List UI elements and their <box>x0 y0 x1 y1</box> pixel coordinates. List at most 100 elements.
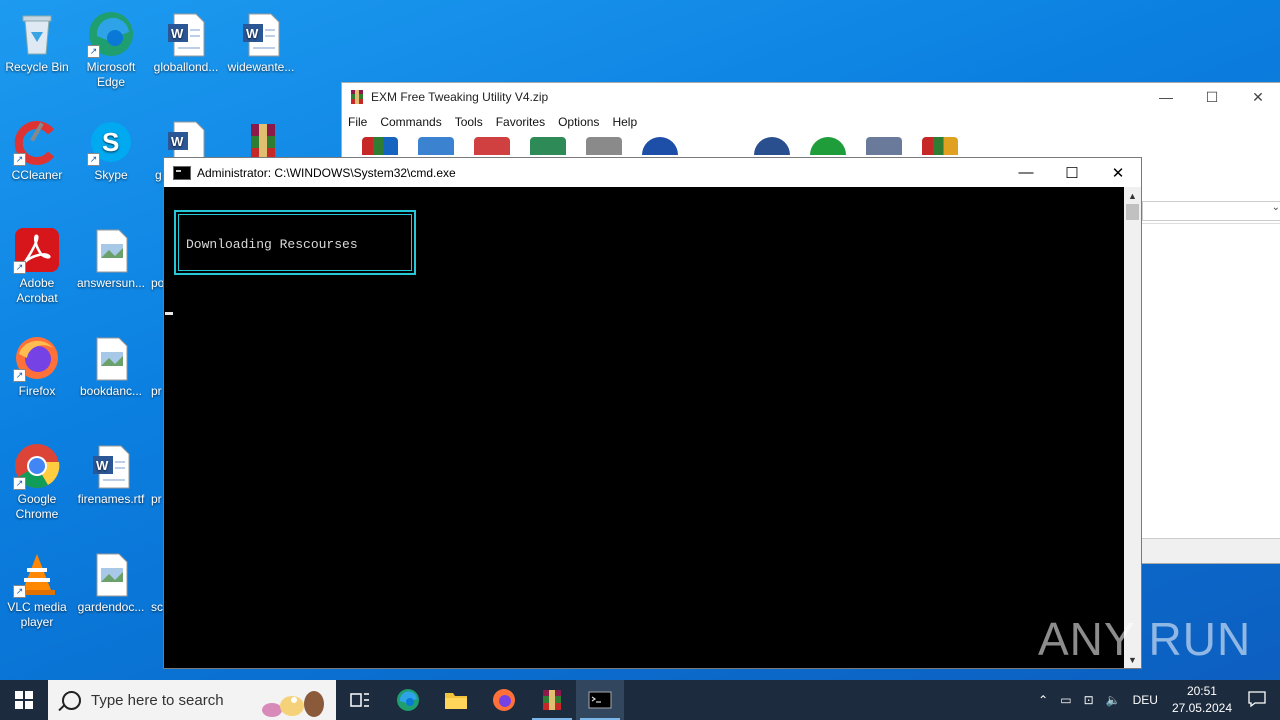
language-indicator[interactable]: DEU <box>1133 693 1158 707</box>
word-document-icon: W <box>162 10 210 58</box>
edge-icon: ↗ <box>87 10 135 58</box>
cmd-titlebar[interactable]: Administrator: C:\WINDOWS\System32\cmd.e… <box>164 158 1141 187</box>
network-icon[interactable]: ⊡ <box>1084 693 1094 707</box>
clock-time: 20:51 <box>1186 684 1217 698</box>
address-dropdown[interactable]: ⌄ <box>1142 201 1280 221</box>
system-tray: ⌃ ▭ ⊡ 🔈 DEU 20:51 27.05.2024 <box>1032 680 1280 720</box>
winrar-title: EXM Free Tweaking Utility V4.zip <box>371 90 549 104</box>
taskbar-cmd[interactable] <box>576 680 624 720</box>
image-file-icon <box>87 334 135 382</box>
minimize-icon[interactable]: — <box>1003 158 1049 187</box>
console-icon <box>588 691 612 709</box>
sfx-tool-icon[interactable] <box>922 137 958 155</box>
task-view-button[interactable] <box>336 680 384 720</box>
desktop-icon-answersun[interactable]: answersun... <box>74 220 148 291</box>
desktop-icon-widewante[interactable]: W widewante... <box>224 4 298 75</box>
chrome-icon: ↗ <box>13 442 61 490</box>
adobe-acrobat-icon: ↗ <box>13 226 61 274</box>
minimize-icon[interactable]: — <box>1143 89 1189 106</box>
info-tool-icon[interactable] <box>754 137 790 155</box>
start-button[interactable] <box>0 680 48 720</box>
desktop-icon-ccleaner[interactable]: ↗ CCleaner <box>0 112 74 183</box>
file-list-pane[interactable] <box>1142 223 1280 534</box>
shortcut-arrow-icon: ↗ <box>87 153 100 166</box>
desktop-icon-label: Microsoft Edge <box>86 60 136 89</box>
taskbar: Type here to search ⌃ ▭ ⊡ 🔈 DEU 20:51 27… <box>0 680 1280 720</box>
clock[interactable]: 20:51 27.05.2024 <box>1172 683 1232 717</box>
console-icon <box>173 165 191 180</box>
taskbar-file-explorer[interactable] <box>432 680 480 720</box>
cmd-window[interactable]: Administrator: C:\WINDOWS\System32\cmd.e… <box>163 157 1142 669</box>
menu-tools[interactable]: Tools <box>455 115 483 129</box>
desktop-icon-adobe-acrobat[interactable]: ↗ Adobe Acrobat <box>0 220 74 306</box>
desktop-icon-label: Google Chrome <box>15 492 59 521</box>
image-file-icon <box>87 226 135 274</box>
test-tool-icon[interactable] <box>474 137 510 155</box>
cmd-title: Administrator: C:\WINDOWS\System32\cmd.e… <box>197 165 456 180</box>
view-tool-icon[interactable] <box>530 137 566 155</box>
extract-to-tool-icon[interactable] <box>418 137 454 155</box>
menu-commands[interactable]: Commands <box>380 115 441 129</box>
taskbar-winrar[interactable] <box>528 680 576 720</box>
chevron-down-icon: ⌄ <box>1271 202 1280 213</box>
desktop-icon-label: Skype <box>94 168 128 182</box>
comment-tool-icon[interactable] <box>866 137 902 155</box>
scroll-up-icon[interactable]: ▲ <box>1124 187 1141 204</box>
desktop-icon-label: bookdanc... <box>79 384 143 398</box>
desktop-icon-label: Firefox <box>18 384 56 398</box>
desktop-icon-label: CCleaner <box>11 168 63 182</box>
menu-favorites[interactable]: Favorites <box>496 115 545 129</box>
desktop-icon-label: VLC media player <box>7 600 67 629</box>
taskbar-firefox[interactable] <box>480 680 528 720</box>
winrar-icon <box>349 89 365 105</box>
desktop-icon-recycle-bin[interactable]: Recycle Bin <box>0 4 74 75</box>
desktop-icon-firefox[interactable]: ↗ Firefox <box>0 328 74 399</box>
desktop-icon-bookdanc[interactable]: bookdanc... <box>74 328 148 399</box>
desktop-icon-label: widewante... <box>227 60 295 74</box>
notifications-icon[interactable] <box>1248 690 1266 710</box>
desktop-icon-microsoft-edge[interactable]: ↗ Microsoft Edge <box>74 4 148 90</box>
maximize-icon[interactable]: ☐ <box>1189 89 1235 106</box>
scroll-thumb[interactable] <box>1126 204 1139 220</box>
wizard-tool-icon[interactable] <box>698 137 734 155</box>
winrar-toolbar <box>342 133 1280 155</box>
meet-now-icon[interactable]: ▭ <box>1060 693 1071 707</box>
desktop-icon-label: Adobe Acrobat <box>16 276 58 305</box>
find-tool-icon[interactable] <box>642 137 678 155</box>
close-icon[interactable]: ✕ <box>1235 89 1280 106</box>
task-view-icon <box>350 693 369 707</box>
desktop-icon-label: globallond... <box>153 60 219 74</box>
desktop-icon-skype[interactable]: S ↗ Skype <box>74 112 148 183</box>
svg-text:W: W <box>246 26 259 41</box>
shortcut-arrow-icon: ↗ <box>13 477 26 490</box>
close-icon[interactable]: ✕ <box>1095 158 1141 187</box>
virus-scan-tool-icon[interactable] <box>810 137 846 155</box>
menu-options[interactable]: Options <box>558 115 599 129</box>
maximize-icon[interactable]: ☐ <box>1049 158 1095 187</box>
console-output[interactable]: Downloading Rescourses <box>164 187 1123 668</box>
svg-text:W: W <box>96 458 109 473</box>
shortcut-arrow-icon: ↗ <box>13 153 26 166</box>
desktop-icon-gardendoc[interactable]: gardendoc... <box>74 544 148 615</box>
taskbar-search-box[interactable]: Type here to search <box>48 680 336 720</box>
vlc-icon: ↗ <box>13 550 61 598</box>
shortcut-arrow-icon: ↗ <box>13 585 26 598</box>
word-document-icon: W <box>87 442 135 490</box>
delete-tool-icon[interactable] <box>586 137 622 155</box>
desktop-icon-google-chrome[interactable]: ↗ Google Chrome <box>0 436 74 522</box>
desktop-icon-firenames[interactable]: W firenames.rtf <box>74 436 148 507</box>
taskbar-edge[interactable] <box>384 680 432 720</box>
add-tool-icon[interactable] <box>362 137 398 155</box>
vertical-scrollbar[interactable]: ▲ ▼ <box>1124 187 1141 668</box>
winrar-icon <box>543 690 561 710</box>
image-file-icon <box>87 550 135 598</box>
menu-file[interactable]: File <box>348 115 367 129</box>
menu-help[interactable]: Help <box>612 115 637 129</box>
shortcut-arrow-icon: ↗ <box>13 369 26 382</box>
volume-icon[interactable]: 🔈 <box>1106 693 1121 707</box>
winrar-titlebar[interactable]: EXM Free Tweaking Utility V4.zip — ☐ ✕ <box>342 83 1280 111</box>
desktop-icon-globallond[interactable]: W globallond... <box>149 4 223 75</box>
desktop-icon-vlc[interactable]: ↗ VLC media player <box>0 544 74 630</box>
chevron-up-icon[interactable]: ⌃ <box>1038 693 1048 707</box>
winrar-menubar: File Commands Tools Favorites Options He… <box>342 111 1280 133</box>
